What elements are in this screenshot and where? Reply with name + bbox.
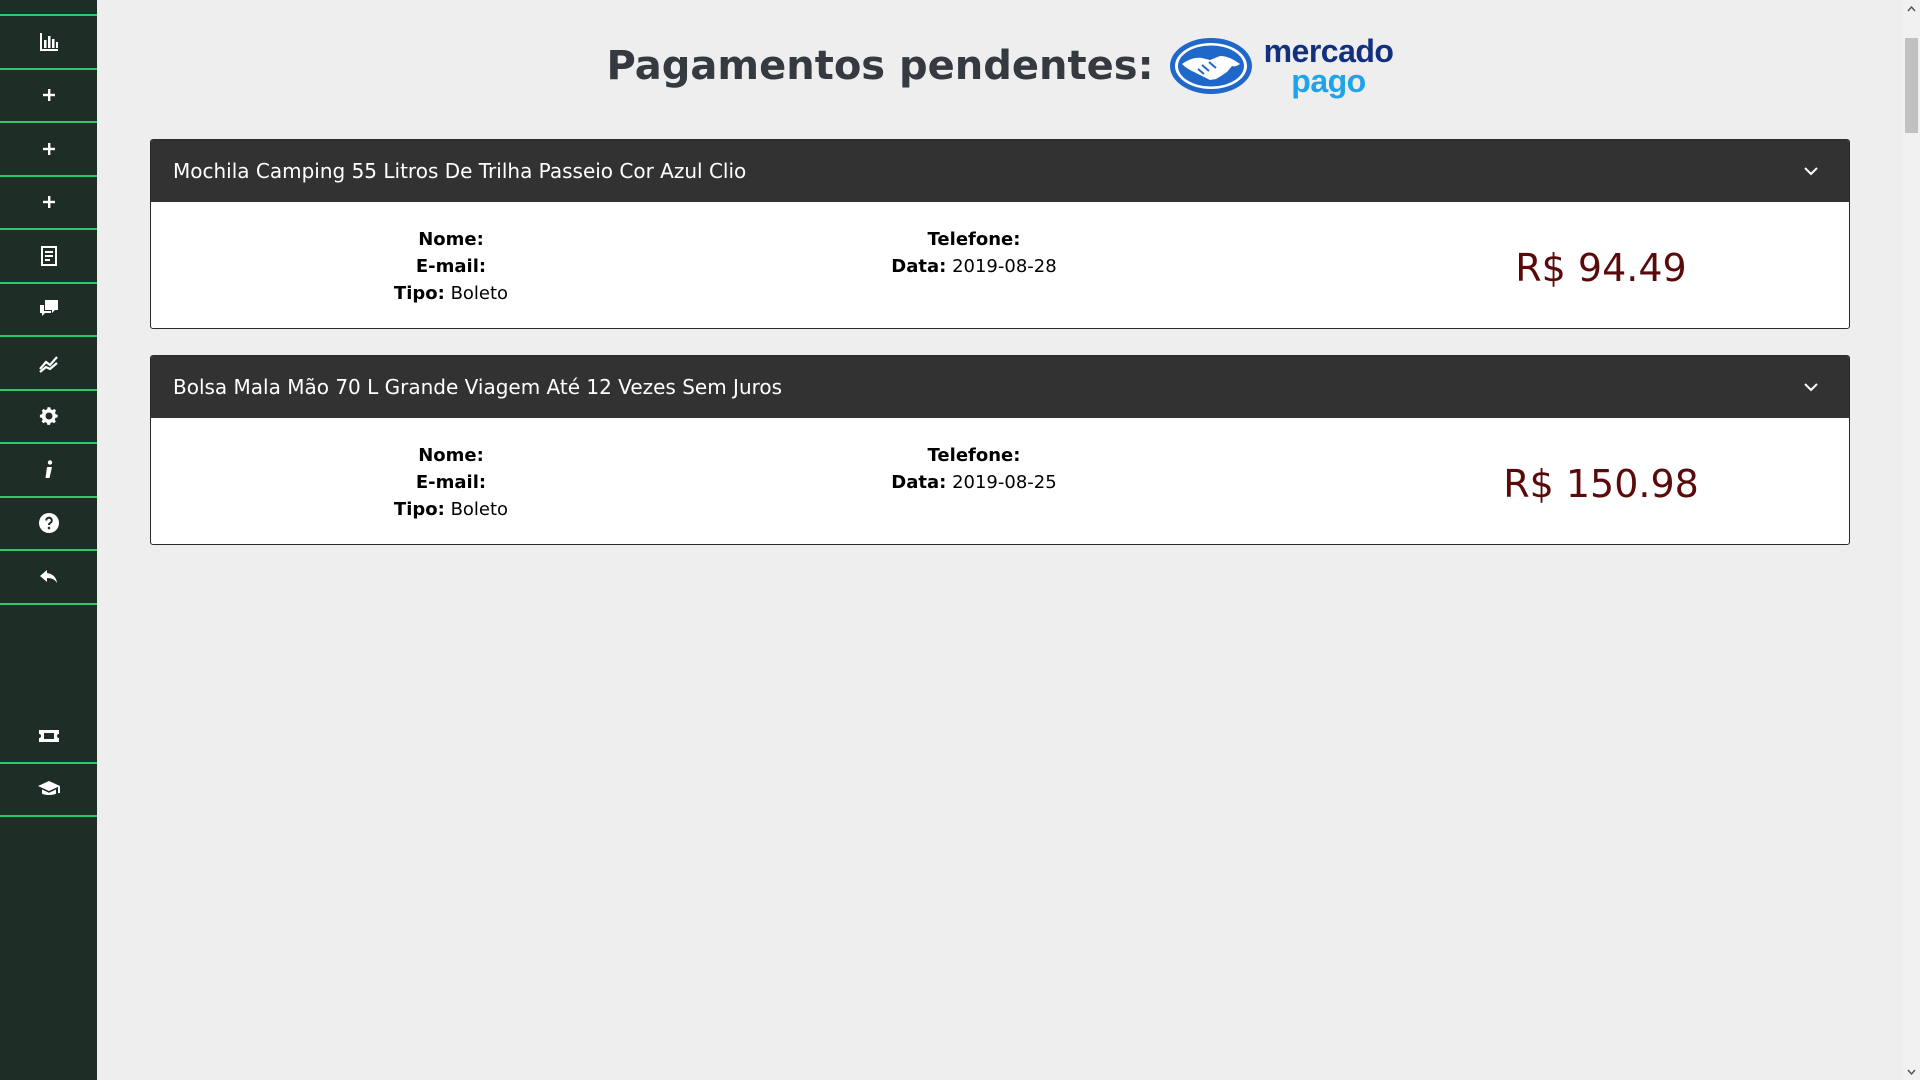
scroll-down-icon [1907, 1069, 1916, 1075]
sidebar-item-help[interactable] [0, 498, 97, 551]
info-icon [45, 460, 52, 478]
telefone-label: Telefone: [927, 229, 1021, 250]
document-icon [40, 245, 57, 266]
bar-chart-icon [39, 32, 58, 51]
plus-icon [42, 89, 55, 102]
main-content: Pagamentos pendentes: mercado pago Mochi… [97, 0, 1903, 1080]
chevron-down-icon[interactable] [1803, 166, 1819, 176]
email-row: E-mail: [301, 253, 601, 280]
mercado-pago-logo: mercado pago [1168, 33, 1394, 100]
sidebar-item-dashboard[interactable] [0, 16, 97, 70]
data-label: Data: [891, 472, 947, 493]
sidebar-item-settings[interactable] [0, 391, 97, 444]
chevron-down-icon[interactable] [1803, 382, 1819, 392]
sidebar-item-reports[interactable] [0, 230, 97, 284]
page-title: Pagamentos pendentes: [606, 43, 1154, 90]
tipo-label: Tipo: [393, 283, 445, 304]
contact-info: Telefone: Data: 2019-08-25 [794, 442, 1154, 496]
mercado-pago-wordmark: mercado pago [1263, 33, 1394, 100]
scroll-up-icon [1907, 5, 1916, 11]
sidebar-item-add-3[interactable] [0, 177, 97, 230]
sidebar-item-courses[interactable] [0, 764, 97, 817]
help-icon [38, 513, 59, 534]
gear-icon [39, 407, 58, 426]
tipo-value: Boleto [450, 499, 509, 520]
email-label: E-mail: [415, 256, 487, 277]
tipo-row: Tipo: Boleto [301, 496, 601, 523]
scroll-up-arrow[interactable] [1903, 0, 1920, 17]
plus-icon [42, 196, 55, 209]
nome-label: Nome: [418, 229, 484, 250]
page-header: Pagamentos pendentes: mercado pago [97, 33, 1903, 100]
payment-card: Bolsa Mala Mão 70 L Grande Viagem Até 12… [150, 355, 1850, 545]
email-row: E-mail: [301, 469, 601, 496]
reply-icon [39, 569, 57, 583]
payment-card-body: Nome: E-mail: Tipo: Boleto Telefone: Dat… [151, 418, 1849, 544]
payment-card-body: Nome: E-mail: Tipo: Boleto Telefone: Dat… [151, 202, 1849, 328]
sidebar-item-add-1[interactable] [0, 70, 97, 123]
scroll-thumb[interactable] [1905, 38, 1918, 133]
nome-row: Nome: [301, 442, 601, 469]
logo-line-2: pago [1291, 63, 1366, 100]
sidebar-item-info[interactable] [0, 444, 97, 498]
customer-info: Nome: E-mail: Tipo: Boleto [301, 442, 601, 523]
payment-amount: R$ 150.98 [1503, 462, 1699, 506]
chat-icon [39, 300, 58, 317]
sidebar-item-back[interactable] [0, 551, 97, 605]
logo-line-1: mercado [1263, 33, 1394, 69]
sidebar-item-analytics[interactable] [0, 337, 97, 391]
data-row: Data: 2019-08-28 [794, 253, 1154, 280]
vertical-scrollbar[interactable] [1903, 0, 1920, 1080]
telefone-label: Telefone: [927, 445, 1021, 466]
tipo-label: Tipo: [393, 499, 445, 520]
tipo-value: Boleto [450, 283, 509, 304]
product-title: Bolsa Mala Mão 70 L Grande Viagem Até 12… [173, 375, 783, 399]
graduation-cap-icon [37, 781, 60, 796]
data-value: 2019-08-28 [952, 256, 1057, 277]
line-chart-icon [38, 356, 58, 373]
ticket-icon [38, 729, 59, 742]
nome-label: Nome: [418, 445, 484, 466]
tipo-row: Tipo: Boleto [301, 280, 601, 307]
sidebar-top-divider [0, 0, 97, 16]
sidebar-item-tickets[interactable] [0, 710, 97, 764]
data-label: Data: [891, 256, 947, 277]
data-value: 2019-08-25 [952, 472, 1057, 493]
payment-card-header[interactable]: Mochila Camping 55 Litros De Trilha Pass… [151, 140, 1849, 202]
sidebar-lower-group [0, 710, 97, 817]
contact-info: Telefone: Data: 2019-08-28 [794, 226, 1154, 280]
customer-info: Nome: E-mail: Tipo: Boleto [301, 226, 601, 307]
handshake-icon [1169, 38, 1252, 95]
sidebar-item-messages[interactable] [0, 284, 97, 337]
email-label: E-mail: [415, 472, 487, 493]
telefone-row: Telefone: [794, 226, 1154, 253]
telefone-row: Telefone: [794, 442, 1154, 469]
sidebar [0, 0, 97, 1080]
sidebar-item-add-2[interactable] [0, 123, 97, 177]
payment-card: Mochila Camping 55 Litros De Trilha Pass… [150, 139, 1850, 329]
scroll-down-arrow[interactable] [1903, 1063, 1920, 1080]
product-title: Mochila Camping 55 Litros De Trilha Pass… [173, 159, 747, 183]
plus-icon [42, 142, 55, 155]
payment-card-header[interactable]: Bolsa Mala Mão 70 L Grande Viagem Até 12… [151, 356, 1849, 418]
data-row: Data: 2019-08-25 [794, 469, 1154, 496]
nome-row: Nome: [301, 226, 601, 253]
payment-amount: R$ 94.49 [1515, 246, 1687, 290]
